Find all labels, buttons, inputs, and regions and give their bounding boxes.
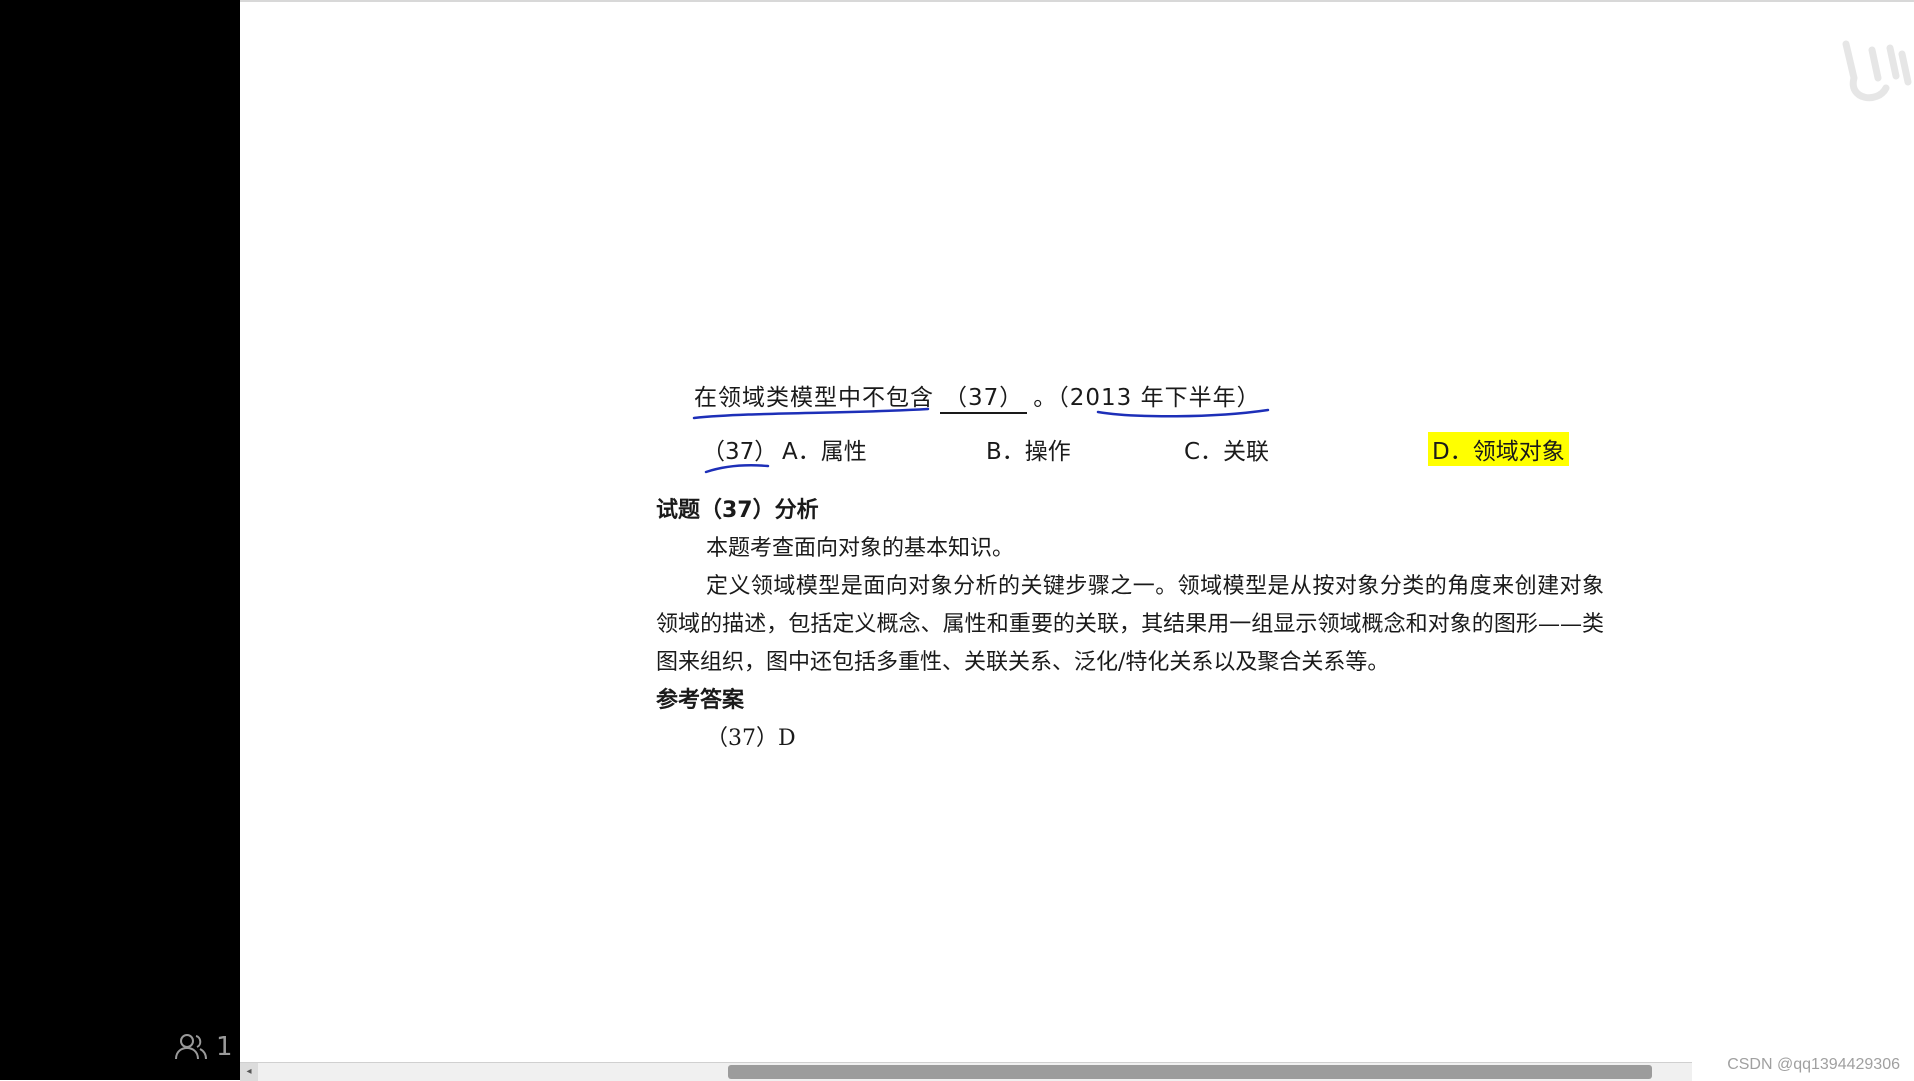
- people-icon: [174, 1032, 208, 1062]
- option-number: （37）: [702, 432, 777, 466]
- question-blank: （37）: [940, 378, 1027, 414]
- viewer-count-number: 1: [216, 1032, 233, 1062]
- analysis-paragraph-2: 定义领域模型是面向对象分析的关键步骤之一。领域模型是从按对象分类的角度来创建对象…: [656, 568, 1604, 682]
- answer-heading: 参考答案: [656, 682, 1604, 720]
- question-line: 在领域类模型中不包含（37）。（2013 年下半年）: [694, 378, 1261, 414]
- left-black-panel: 1: [0, 0, 240, 1080]
- option-d-highlighted: D．领域对象: [1428, 432, 1569, 466]
- scroll-left-arrow-icon[interactable]: ◂: [240, 1063, 258, 1081]
- scroll-thumb[interactable]: [728, 1065, 1652, 1079]
- question-tail: 。（2013 年下半年）: [1033, 385, 1260, 411]
- option-b: B．操作: [986, 432, 1071, 466]
- answer-text: （37）D: [656, 720, 1604, 758]
- viewer-count: 1: [174, 1032, 233, 1062]
- horizontal-scrollbar[interactable]: ◂: [240, 1062, 1692, 1081]
- analysis-section: 试题（37）分析 本题考查面向对象的基本知识。 定义领域模型是面向对象分析的关键…: [656, 492, 1604, 758]
- options-row: （37） A．属性 B．操作 C．关联 D．领域对象: [702, 432, 1842, 466]
- csdn-watermark: CSDN @qq1394429306: [1727, 1056, 1900, 1074]
- analysis-heading: 试题（37）分析: [656, 492, 1604, 530]
- question-stem: 在领域类模型中不包含: [694, 385, 934, 411]
- option-c: C．关联: [1184, 432, 1269, 466]
- slide-stage: 在领域类模型中不包含（37）。（2013 年下半年） （37） A．属性 B．操…: [240, 0, 1914, 1062]
- analysis-paragraph-1: 本题考查面向对象的基本知识。: [656, 530, 1604, 568]
- option-a: A．属性: [782, 432, 867, 466]
